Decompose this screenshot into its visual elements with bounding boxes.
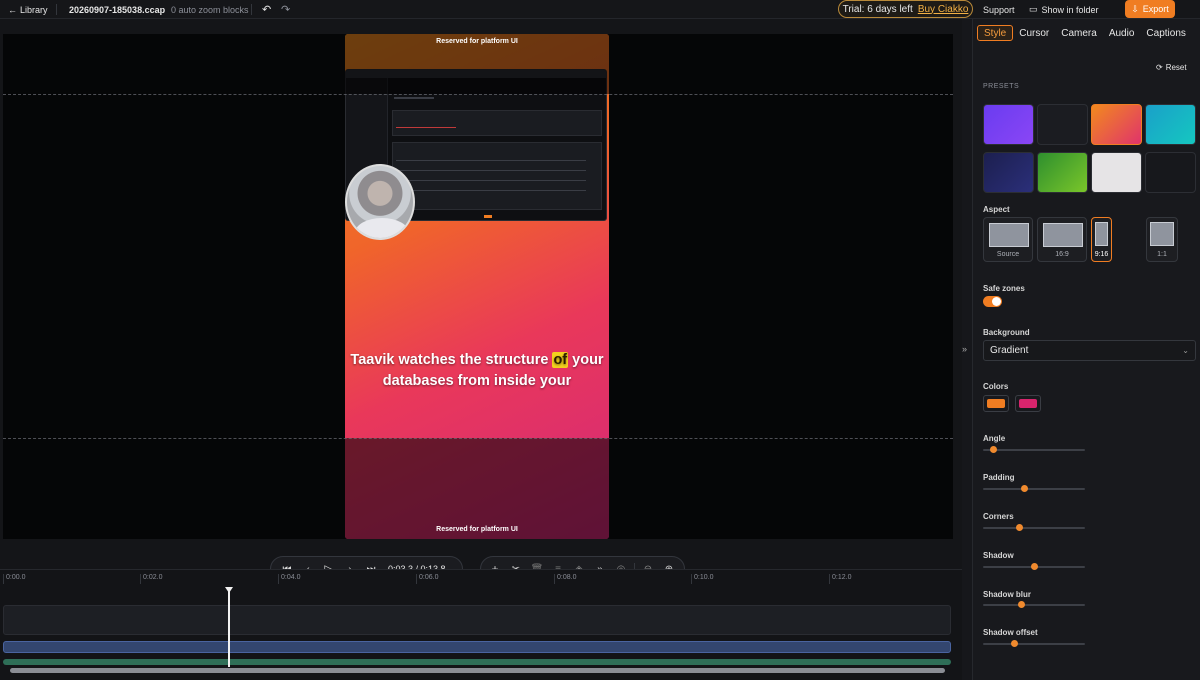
preset-green[interactable]: [1037, 152, 1088, 193]
preset-navy[interactable]: [983, 152, 1034, 193]
shadow-offset-slider[interactable]: [983, 640, 1085, 647]
shadow-offset-label: Shadow offset: [983, 628, 1038, 637]
timeline-tick: 0:00.0: [3, 574, 25, 584]
color-swatch-pink[interactable]: [1015, 395, 1041, 412]
colors-label: Colors: [983, 382, 1009, 391]
export-icon: ⇩: [1131, 3, 1139, 14]
tab-camera[interactable]: Camera: [1055, 25, 1103, 41]
timeline-tick: 0:02.0: [140, 574, 162, 584]
presets-heading: PRESETS: [983, 83, 1020, 90]
preset-sunset[interactable]: [1091, 104, 1142, 145]
preset-teal[interactable]: [1145, 104, 1196, 145]
corners-slider[interactable]: [983, 524, 1085, 531]
safe-zone-bottom: [345, 438, 609, 539]
corners-slider-handle[interactable]: [1015, 524, 1023, 531]
folder-icon: ▭: [1029, 4, 1038, 14]
shadow-slider-handle[interactable]: [1031, 563, 1038, 570]
color-swatch-orange[interactable]: [983, 395, 1009, 412]
reset-button[interactable]: ⟳ Reset: [1156, 63, 1187, 72]
shadow-label: Shadow: [983, 551, 1014, 560]
caption-text: Taavik watches the structure of your dat…: [350, 352, 604, 389]
chevron-down-icon: ⌄: [1182, 346, 1189, 355]
safe-zone-guide-bottom: [3, 438, 953, 439]
zoom-track[interactable]: [3, 605, 951, 635]
aspect-9-16[interactable]: 9:16: [1091, 217, 1112, 262]
safe-zone-guide-top: [3, 94, 953, 95]
aspect-1-1[interactable]: 1:1: [1146, 217, 1178, 262]
playhead[interactable]: [225, 587, 233, 667]
padding-label: Padding: [983, 473, 1015, 482]
aspect-16-9[interactable]: 16:9: [1037, 217, 1087, 262]
angle-slider[interactable]: [983, 446, 1085, 453]
timeline-scrollbar[interactable]: [10, 668, 945, 673]
shadow-offset-slider-handle[interactable]: [1010, 640, 1018, 647]
support-button[interactable]: Support: [983, 0, 1015, 19]
angle-slider-handle[interactable]: [990, 446, 998, 453]
caption-highlight-word: of: [552, 352, 569, 368]
background-label: Background: [983, 328, 1030, 337]
file-name: 20260907-185038.ccap: [69, 4, 166, 15]
background-select[interactable]: Gradient ⌄: [983, 340, 1196, 361]
refresh-icon: ⟳: [1156, 63, 1163, 72]
shadow-blur-label: Shadow blur: [983, 590, 1031, 599]
timeline-tick: 0:08.0: [554, 574, 576, 584]
library-button[interactable]: ← Library: [8, 0, 48, 19]
audio-track[interactable]: [3, 659, 951, 665]
aspect-source[interactable]: Source: [983, 217, 1033, 262]
preset-light[interactable]: [1091, 152, 1142, 193]
preset-dark[interactable]: [1037, 104, 1088, 145]
padding-slider[interactable]: [983, 485, 1085, 492]
padding-slider-handle[interactable]: [1020, 485, 1028, 492]
trial-badge: Trial: 6 days left Buy Ciakko: [838, 0, 973, 18]
preset-black[interactable]: [1145, 152, 1196, 193]
panel-tabs: Style Cursor Camera Audio Captions: [977, 25, 1192, 41]
undo-icon[interactable]: ↶: [262, 0, 271, 19]
vertical-preview: Reserved for platform UI Reserved for pl…: [345, 34, 609, 539]
export-button[interactable]: ⇩ Export: [1125, 0, 1175, 18]
arrow-left-icon: ←: [8, 4, 17, 15]
shadow-blur-slider-handle[interactable]: [1017, 601, 1025, 608]
safe-zones-toggle[interactable]: [983, 296, 1002, 307]
reserved-label-top: Reserved for platform UI: [436, 38, 518, 45]
buy-link[interactable]: Buy Ciakko: [918, 4, 969, 15]
preview-canvas[interactable]: Reserved for platform UI Reserved for pl…: [3, 34, 953, 539]
shadow-blur-slider[interactable]: [983, 601, 1085, 608]
timeline-tick: 0:06.0: [416, 574, 438, 584]
top-bar: ← Library 20260907-185038.ccap 0 auto zo…: [0, 0, 1200, 19]
divider: [56, 4, 57, 15]
tab-cursor[interactable]: Cursor: [1013, 25, 1055, 41]
tab-style[interactable]: Style: [977, 25, 1014, 41]
timeline[interactable]: 0:00.0 0:02.0 0:04.0 0:06.0 0:08.0 0:10.…: [0, 569, 962, 680]
timeline-tick: 0:10.0: [691, 574, 713, 584]
preset-purple[interactable]: [983, 104, 1034, 145]
divider: [251, 4, 252, 15]
tab-captions[interactable]: Captions: [1140, 25, 1191, 41]
collapse-panel-icon[interactable]: »: [962, 344, 972, 354]
timeline-tick: 0:04.0: [278, 574, 300, 584]
timeline-tick: 0:12.0: [829, 574, 851, 584]
tab-audio[interactable]: Audio: [1103, 25, 1141, 41]
show-in-folder-button[interactable]: ▭ Show in folder: [1029, 0, 1099, 19]
redo-icon[interactable]: ↷: [281, 0, 290, 19]
angle-label: Angle: [983, 434, 1006, 443]
webcam-bubble[interactable]: [345, 164, 415, 240]
video-track[interactable]: [3, 641, 951, 653]
corners-label: Corners: [983, 512, 1014, 521]
shadow-slider[interactable]: [983, 563, 1085, 570]
aspect-label: Aspect: [983, 205, 1010, 214]
reserved-label-bottom: Reserved for platform UI: [436, 526, 518, 533]
style-panel: Style Cursor Camera Audio Captions ⟳ Res…: [972, 19, 1200, 680]
zoom-blocks-count: 0 auto zoom blocks: [171, 4, 249, 15]
safe-zones-label: Safe zones: [983, 284, 1025, 293]
